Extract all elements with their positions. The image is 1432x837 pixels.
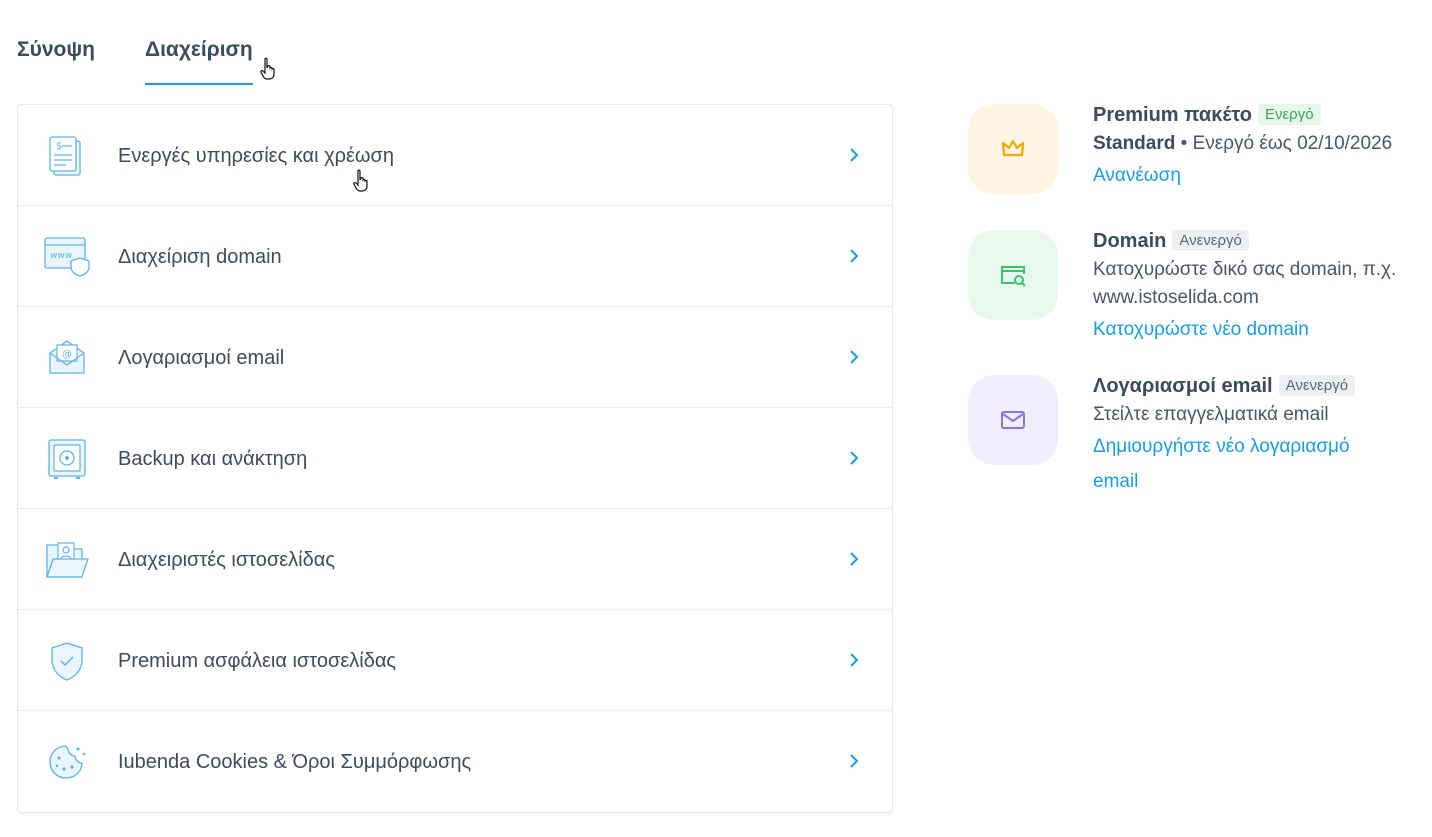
chevron-right-icon — [850, 148, 859, 162]
menu-item-site-admins[interactable]: Διαχειριστές ιστοσελίδας — [18, 509, 892, 610]
menu-item-label: Backup και ανάκτηση — [118, 448, 308, 470]
service-title: Premium πακέτο — [1093, 104, 1252, 126]
menu-item-label: Διαχειριστές ιστοσελίδας — [118, 549, 335, 571]
menu-item-iubenda[interactable]: Iubenda Cookies & Όροι Συμμόρφωσης — [18, 711, 892, 811]
status-badge: Ανενεργό — [1278, 375, 1356, 396]
www-shield-icon: www — [44, 237, 90, 277]
plan-name: Standard — [1093, 133, 1176, 154]
service-title: Domain — [1093, 230, 1167, 252]
active-tab-indicator — [145, 83, 253, 85]
svg-text:$: $ — [56, 141, 62, 152]
premium-icon-bubble — [968, 104, 1058, 194]
invoice-icon: $ — [49, 136, 81, 176]
service-status: Standard • Ενεργό έως 02/10/2026 — [1093, 130, 1423, 158]
shield-check-icon — [51, 642, 83, 681]
service-name: Premium πακέτο Ενεργό — [1093, 104, 1423, 127]
menu-item-label: Διαχείριση domain — [118, 246, 282, 268]
envelope-icon: @ — [49, 340, 85, 374]
tab-overview[interactable]: Σύνοψη — [17, 38, 95, 62]
create-email-link[interactable]: Δημιουργήστε νέο λογαριασμό email — [1093, 429, 1383, 499]
renew-link[interactable]: Ανανέωση — [1093, 158, 1423, 193]
cookie-icon — [49, 745, 86, 779]
register-domain-link[interactable]: Κατοχυρώστε νέο domain — [1093, 312, 1423, 347]
chevron-right-icon — [850, 249, 859, 263]
email-icon-bubble — [968, 375, 1058, 465]
status-badge: Ενεργό — [1257, 104, 1321, 125]
service-title: Λογαριασμοί email — [1093, 375, 1273, 397]
svg-text:@: @ — [62, 349, 72, 360]
service-description: Κατοχυρώστε δικό σας domain, π.χ. www.is… — [1093, 259, 1397, 308]
status-badge: Ανενεργό — [1172, 230, 1249, 251]
plan-expiry: • Ενεργό έως 02/10/2026 — [1175, 133, 1393, 154]
chevron-right-icon — [850, 754, 859, 768]
chevron-right-icon — [850, 451, 859, 465]
safe-icon — [48, 439, 86, 479]
menu-item-label: Λογαριασμοί email — [118, 347, 285, 369]
menu-item-premium-security[interactable]: Premium ασφάλεια ιστοσελίδας — [18, 610, 892, 711]
hand-cursor-icon — [353, 169, 368, 192]
svg-text:www: www — [50, 251, 72, 261]
domain-icon-bubble — [968, 230, 1058, 320]
service-name: Λογαριασμοί email Ανενεργό — [1093, 375, 1423, 398]
menu-item-domain[interactable]: www Διαχείριση domain — [18, 206, 892, 307]
menu-item-label: Ενεργές υπηρεσίες και χρέωση — [118, 145, 394, 167]
mail-icon — [1001, 411, 1025, 429]
chevron-right-icon — [850, 552, 859, 566]
management-menu: $ Ενεργές υπηρεσίες και χρέωση www Διαχε… — [17, 104, 893, 813]
crown-icon — [1001, 139, 1025, 157]
service-description: Στείλτε επαγγελματικά email — [1093, 404, 1329, 425]
menu-item-label: Premium ασφάλεια ιστοσελίδας — [118, 650, 397, 672]
folder-user-icon — [46, 542, 89, 578]
service-name: Domain Ανενεργό — [1093, 230, 1423, 253]
chevron-right-icon — [850, 350, 859, 364]
domain-search-icon — [1001, 266, 1026, 287]
hand-cursor-icon — [260, 57, 275, 80]
chevron-right-icon — [850, 653, 859, 667]
tab-management[interactable]: Διαχείριση — [145, 38, 253, 85]
menu-item-active-services[interactable]: $ Ενεργές υπηρεσίες και χρέωση — [18, 105, 892, 206]
menu-item-backup[interactable]: Backup και ανάκτηση — [18, 408, 892, 509]
menu-item-label: Iubenda Cookies & Όροι Συμμόρφωσης — [118, 751, 472, 773]
tab-management-label: Διαχείριση — [145, 38, 253, 61]
menu-item-email-accounts[interactable]: @ Λογαριασμοί email — [18, 307, 892, 408]
